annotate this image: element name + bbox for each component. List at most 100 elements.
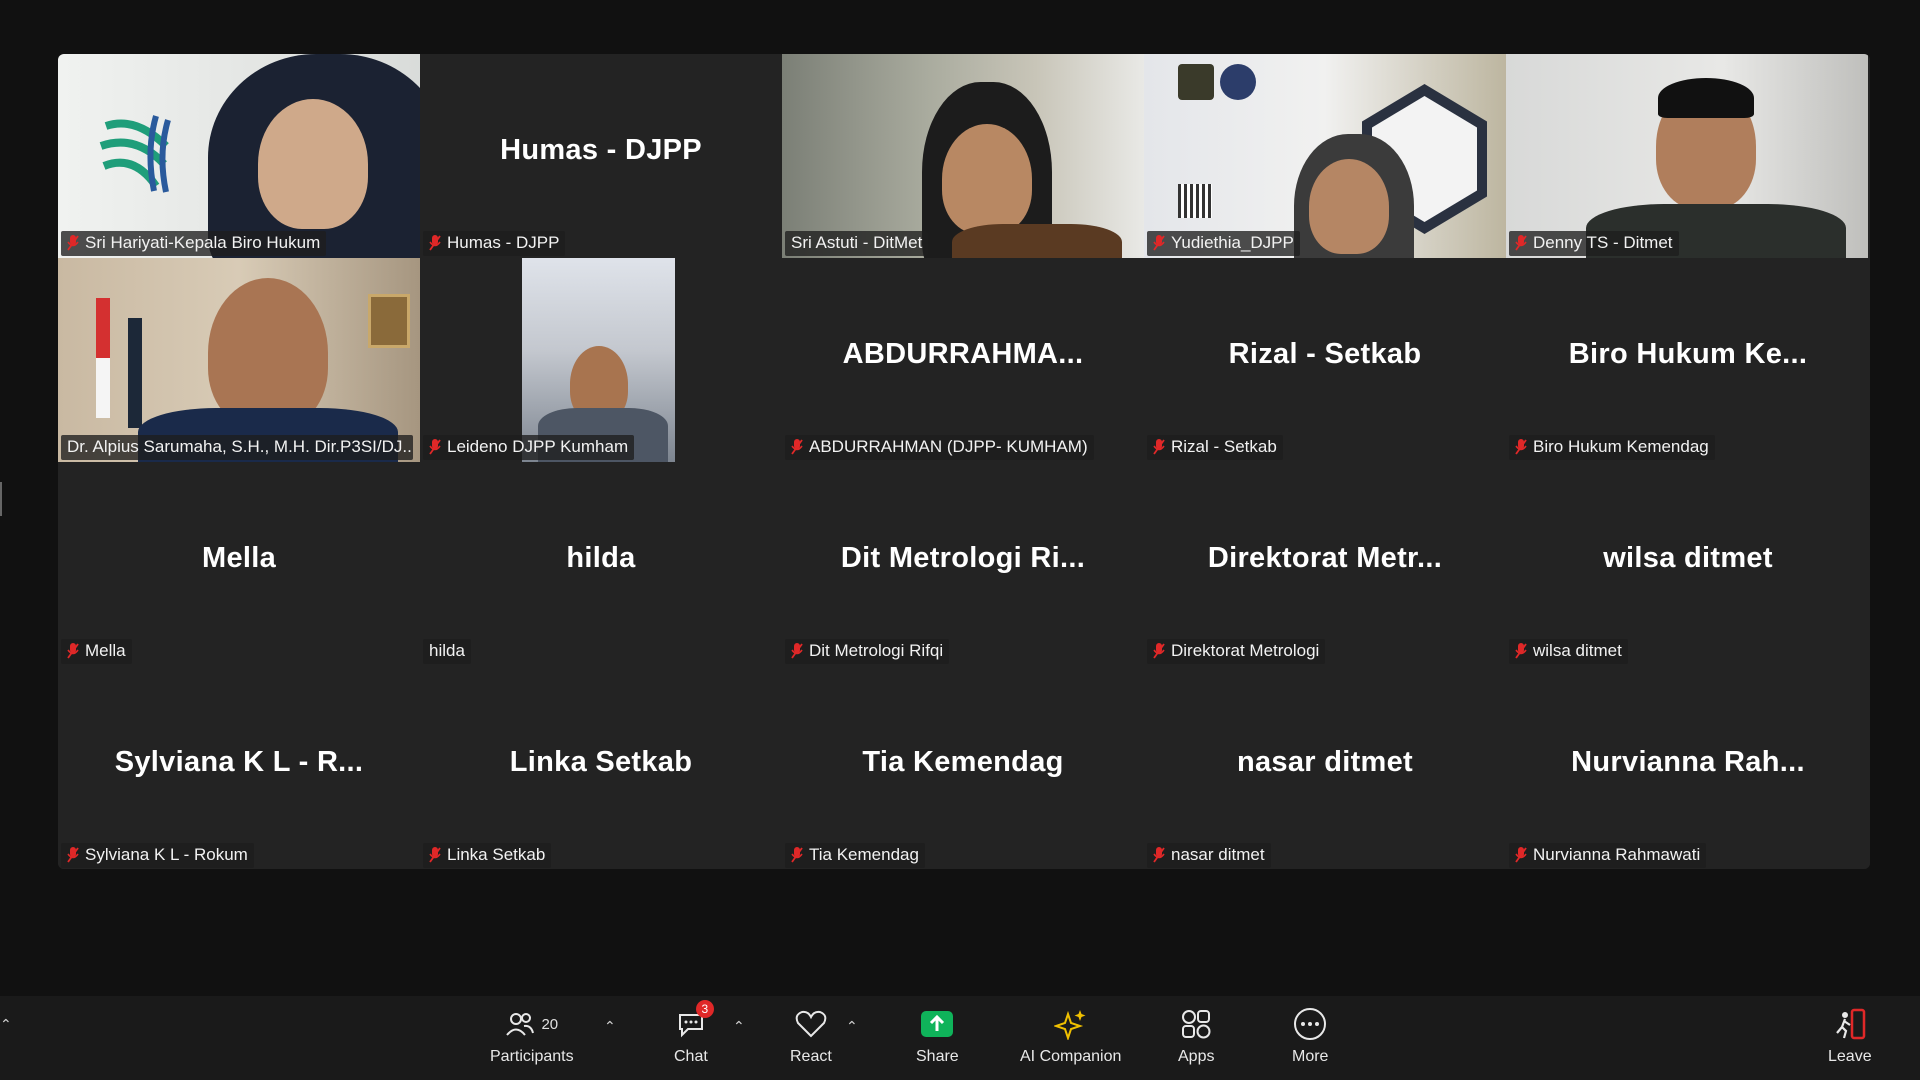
participant-display-name: hilda xyxy=(566,542,636,574)
participant-name-label: Tia Kemendag xyxy=(785,843,925,868)
mic-muted-icon xyxy=(1153,847,1165,863)
mic-muted-icon xyxy=(1515,847,1527,863)
participants-button[interactable]: 20 Participants xyxy=(490,1004,574,1066)
mic-muted-icon xyxy=(791,847,803,863)
participant-display-name: Nurvianna Rah... xyxy=(1571,746,1805,778)
participant-face xyxy=(1309,159,1389,254)
leave-label: Leave xyxy=(1828,1048,1872,1065)
flag-banner xyxy=(128,318,142,428)
participant-face xyxy=(258,99,368,229)
participants-icon xyxy=(506,1013,535,1036)
heart-icon xyxy=(795,1010,827,1038)
participant-name-label: ABDURRAHMAN (DJPP- KUMHAM) xyxy=(785,435,1094,460)
participant-display-name: wilsa ditmet xyxy=(1603,542,1773,574)
participant-hair xyxy=(1658,78,1754,118)
leave-icon xyxy=(1835,1008,1866,1040)
participant-tile[interactable]: Sri Hariyati-Kepala Biro Hukum xyxy=(58,54,420,258)
chat-label: Chat xyxy=(674,1048,708,1065)
participant-name-label: Dit Metrologi Rifqi xyxy=(785,639,950,664)
mic-muted-icon xyxy=(429,235,441,251)
share-label: Share xyxy=(916,1048,959,1065)
participant-display-name: Biro Hukum Ke... xyxy=(1568,338,1808,370)
mic-muted-icon xyxy=(67,643,79,659)
participant-name-label: Humas - DJPP xyxy=(423,231,566,256)
participant-name-label: Direktorat Metrologi xyxy=(1147,639,1326,664)
gallery-grid: Sri Hariyati-Kepala Biro Hukum Humas - D… xyxy=(58,54,1870,869)
participant-display-name: Sylviana K L - R... xyxy=(114,746,364,778)
participant-tile[interactable]: Leideno DJPP Kumham xyxy=(420,258,782,462)
participant-tile[interactable]: Nurvianna Rah... Nurvianna Rahmawati xyxy=(1506,666,1870,869)
participant-tile[interactable]: Dit Metrologi Ri... Dit Metrologi Rifqi xyxy=(782,462,1144,666)
meeting-toolbar: ⌃ 20 Participants ⌃ 3 Chat ⌃ React ⌃ Sha… xyxy=(0,996,1920,1080)
apps-button[interactable]: Apps xyxy=(1178,1004,1214,1066)
mic-muted-icon xyxy=(791,643,803,659)
participant-tile-active-speaker[interactable]: Dr. Alpius Sarumaha, S.H., M.H. Dir.P3SI… xyxy=(58,258,420,462)
mic-muted-icon xyxy=(67,235,79,251)
participants-options-caret[interactable]: ⌃ xyxy=(604,1018,616,1035)
mic-muted-icon xyxy=(1153,439,1165,455)
participants-label: Participants xyxy=(490,1048,574,1065)
share-button[interactable]: Share xyxy=(916,1004,959,1066)
mic-muted-icon xyxy=(791,439,803,455)
participant-name-label: hilda xyxy=(423,639,471,664)
participant-tile[interactable]: hilda hilda xyxy=(420,462,782,666)
participant-name-label: Linka Setkab xyxy=(423,843,552,868)
participant-tile[interactable]: Direktorat Metr... Direktorat Metrologi xyxy=(1144,462,1506,666)
chat-options-caret[interactable]: ⌃ xyxy=(733,1018,745,1035)
toolbar-expand-caret[interactable]: ⌃ xyxy=(0,1016,12,1033)
leave-button[interactable]: Leave xyxy=(1828,1004,1872,1066)
djpp-logo-icon xyxy=(1220,64,1256,100)
chat-button[interactable]: 3 Chat xyxy=(674,1000,714,1066)
mic-muted-icon xyxy=(429,439,441,455)
more-label: More xyxy=(1292,1048,1329,1065)
participant-tile[interactable]: Sri Astuti - DitMet xyxy=(782,54,1144,258)
more-button[interactable]: More xyxy=(1292,1004,1328,1066)
participant-tile[interactable]: Humas - DJPP Humas - DJPP xyxy=(420,54,782,258)
participant-display-name: Humas - DJPP xyxy=(500,134,702,166)
participant-tile[interactable]: Linka Setkab Linka Setkab xyxy=(420,666,782,869)
meeting-stage: Sri Hariyati-Kepala Biro Hukum Humas - D… xyxy=(0,0,1920,996)
wall-portrait xyxy=(368,294,410,348)
participant-tile[interactable]: Biro Hukum Ke... Biro Hukum Kemendag xyxy=(1506,258,1870,462)
participant-face xyxy=(208,278,328,428)
react-label: React xyxy=(790,1048,832,1065)
apps-label: Apps xyxy=(1178,1048,1215,1065)
flag xyxy=(96,298,110,418)
participant-name-label: Nurvianna Rahmawati xyxy=(1509,843,1707,868)
participant-face xyxy=(942,124,1032,234)
participant-display-name: nasar ditmet xyxy=(1236,746,1414,778)
participant-tile[interactable]: Rizal - Setkab Rizal - Setkab xyxy=(1144,258,1506,462)
participant-name-label: Rizal - Setkab xyxy=(1147,435,1283,460)
participant-name-label: nasar ditmet xyxy=(1147,843,1271,868)
participant-name-label: Mella xyxy=(61,639,132,664)
react-options-caret[interactable]: ⌃ xyxy=(846,1018,858,1035)
participant-tile[interactable]: nasar ditmet nasar ditmet xyxy=(1144,666,1506,869)
emblem-icon xyxy=(1178,64,1214,100)
participant-tile[interactable]: ABDURRAHMA... ABDURRAHMAN (DJPP- KUMHAM) xyxy=(782,258,1144,462)
mic-muted-icon xyxy=(429,847,441,863)
participant-clothing xyxy=(952,224,1122,258)
participant-tile[interactable]: Sylviana K L - R... Sylviana K L - Rokum xyxy=(58,666,420,869)
participant-name-label: Leideno DJPP Kumham xyxy=(423,435,635,460)
participant-display-name: Mella xyxy=(201,542,277,574)
ai-companion-button[interactable]: AI Companion xyxy=(1020,1004,1121,1066)
sparkle-icon xyxy=(1053,1010,1086,1040)
mic-muted-icon xyxy=(1515,439,1527,455)
participant-display-name: Rizal - Setkab xyxy=(1228,338,1422,370)
participant-tile[interactable]: Yudiethia_DJPP xyxy=(1144,54,1506,258)
side-drag-handle[interactable] xyxy=(0,482,2,516)
participant-display-name: ABDURRAHMA... xyxy=(842,338,1084,370)
participant-tile[interactable]: Tia Kemendag Tia Kemendag xyxy=(782,666,1144,869)
ministry-logo xyxy=(99,115,171,193)
participant-tile[interactable]: Mella Mella xyxy=(58,462,420,666)
participant-tile[interactable]: wilsa ditmet wilsa ditmet xyxy=(1506,462,1870,666)
participant-name-label: Denny TS - Ditmet xyxy=(1509,231,1679,256)
react-button[interactable]: React xyxy=(790,1004,832,1066)
participant-name-label: Sri Hariyati-Kepala Biro Hukum xyxy=(61,231,327,256)
participant-name-label: wilsa ditmet xyxy=(1509,639,1628,664)
mic-muted-icon xyxy=(67,847,79,863)
mic-muted-icon xyxy=(1515,235,1527,251)
participant-tile[interactable]: Denny TS - Ditmet xyxy=(1506,54,1870,258)
participant-name-label: Yudiethia_DJPP xyxy=(1147,231,1300,256)
participant-name-label: Sylviana K L - Rokum xyxy=(61,843,254,868)
